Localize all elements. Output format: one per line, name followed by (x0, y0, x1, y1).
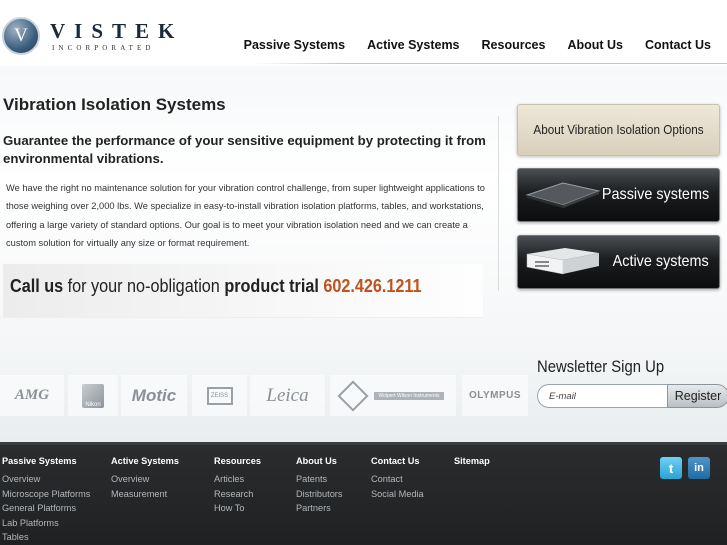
phone-number[interactable]: 602.426.1211 (323, 276, 421, 296)
footer-heading-contact[interactable]: Contact Us (371, 456, 424, 466)
call-trial-text: product trial (224, 276, 319, 296)
footer-link[interactable]: Overview (111, 472, 179, 487)
footer-col-passive: Passive Systems Overview Microscope Plat… (2, 456, 90, 545)
partner-logos: AMG Nikon Motic ZEISS Leica Wolpert Wils… (0, 375, 528, 416)
vistek-logo[interactable]: V VISTEK INCORPORATED (2, 17, 177, 59)
column-divider (498, 116, 499, 291)
logo-emblem: V (2, 17, 40, 55)
about-options-label: About Vibration Isolation Options (533, 122, 704, 137)
nav-active-systems[interactable]: Active Systems (367, 38, 459, 52)
linkedin-icon[interactable]: in (688, 457, 710, 479)
footer-link[interactable]: Contact (371, 472, 424, 487)
nav-about-us[interactable]: About Us (567, 38, 623, 52)
nikon-logo: Nikon (68, 375, 118, 416)
footer-heading-active[interactable]: Active Systems (111, 456, 179, 466)
call-text: Call us for your no-obligation product t… (10, 276, 422, 297)
footer-heading-passive[interactable]: Passive Systems (2, 456, 90, 466)
footer-link[interactable]: Overview (2, 472, 90, 487)
active-systems-label: Active systems (612, 253, 709, 270)
passive-platform-image (523, 179, 601, 209)
intro-paragraph: We have the right no maintenance solutio… (6, 183, 485, 248)
nav-passive-systems[interactable]: Passive Systems (244, 38, 345, 52)
nav-contact-us[interactable]: Contact Us (645, 38, 711, 52)
headline: Guarantee the performance of your sensit… (3, 133, 486, 166)
active-platform-image (523, 246, 601, 276)
footer-link[interactable]: Lab Platforms (2, 516, 90, 531)
footer-link[interactable]: Distributors (296, 487, 342, 502)
footer-col-active: Active Systems Overview Measurement (111, 456, 179, 501)
footer-col-resources: Resources Articles Research How To (214, 456, 261, 516)
footer-link[interactable]: Tables (2, 530, 90, 545)
footer-link[interactable]: Measurement (111, 487, 179, 502)
passive-systems-button[interactable]: Passive systems (517, 168, 720, 222)
twitter-icon[interactable]: t (660, 457, 682, 479)
footer-link[interactable]: Social Media (371, 487, 424, 502)
footer-col-contact: Contact Us Contact Social Media (371, 456, 424, 501)
footer-heading-resources[interactable]: Resources (214, 456, 261, 466)
olympus-logo: OLYMPUS (462, 375, 528, 416)
nav-underline (253, 63, 727, 64)
footer-link[interactable]: Patents (296, 472, 342, 487)
footer-heading-about[interactable]: About Us (296, 456, 342, 466)
footer-link[interactable]: Articles (214, 472, 261, 487)
newsletter-email-input[interactable] (537, 384, 671, 408)
main-content: Vibration Isolation Systems Guarantee th… (0, 66, 727, 442)
wilson-diamond-icon (337, 379, 369, 412)
footer-link[interactable]: Research (214, 487, 261, 502)
main-nav: Passive Systems Active Systems Resources… (222, 38, 711, 52)
logo-subtitle: INCORPORATED (52, 44, 155, 52)
about-options-button[interactable]: About Vibration Isolation Options (517, 104, 720, 156)
site-footer: Passive Systems Overview Microscope Plat… (0, 442, 727, 545)
active-systems-button[interactable]: Active systems (517, 235, 720, 289)
logo-name: VISTEK (50, 19, 184, 43)
wolpert-wilson-logo: Wolpert Wilson Instruments (330, 375, 456, 416)
footer-link[interactable]: Microscope Platforms (2, 487, 90, 502)
motic-logo: Motic (121, 375, 187, 416)
passive-systems-label: Passive systems (601, 186, 709, 203)
amg-logo: AMG (0, 375, 64, 416)
footer-heading-sitemap[interactable]: Sitemap (454, 456, 490, 466)
footer-link[interactable]: How To (214, 501, 261, 516)
wilson-logo-text: Wolpert Wilson Instruments (374, 391, 444, 400)
call-us-text: Call us (10, 276, 64, 296)
newsletter-title: Newsletter Sign Up (537, 358, 665, 376)
site-header: V VISTEK INCORPORATED Passive Systems Ac… (0, 0, 727, 66)
leica-logo: Leica (250, 375, 325, 416)
register-button[interactable]: Register (667, 384, 727, 408)
footer-col-sitemap: Sitemap (454, 456, 490, 472)
nav-resources[interactable]: Resources (482, 38, 546, 52)
zeiss-logo-text: ZEISS (206, 386, 233, 405)
nikon-logo-text: Nikon (82, 383, 104, 408)
zeiss-logo: ZEISS (192, 375, 247, 416)
logo-mark: V (14, 25, 28, 46)
newsletter-form: Register (537, 384, 727, 408)
footer-link[interactable]: Partners (296, 501, 342, 516)
call-mid-text: for your no-obligation (63, 276, 225, 296)
call-banner: Call us for your no-obligation product t… (3, 264, 483, 318)
footer-link[interactable]: General Platforms (2, 501, 90, 516)
footer-col-about: About Us Patents Distributors Partners (296, 456, 342, 516)
page-title: Vibration Isolation Systems (3, 95, 226, 114)
